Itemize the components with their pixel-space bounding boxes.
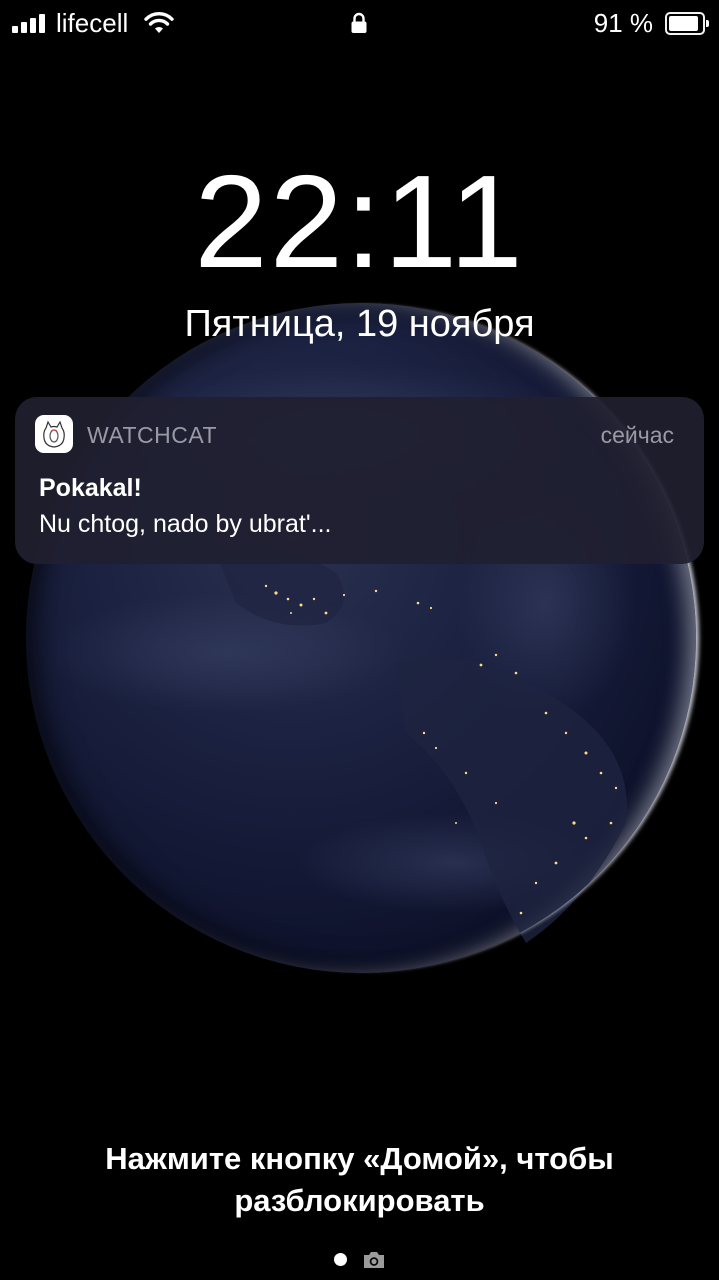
battery-percentage: 91 % (593, 8, 653, 38)
lock-screen: lifecell 91 % 22:11 Пятница, 19 ноября W… (0, 0, 719, 1280)
notification-app-name: WATCHCAT (87, 422, 218, 448)
watchcat-app-icon (35, 415, 73, 453)
carrier-name: lifecell (56, 8, 129, 38)
unlock-hint-line-1: Нажмите кнопку «Домой», чтобы (105, 1141, 614, 1176)
notification-timestamp: сейчас (600, 422, 674, 448)
lock-icon (351, 12, 367, 33)
notification-title: Pokakal! (39, 474, 142, 502)
signal-icon (12, 13, 48, 33)
notification-card[interactable]: WATCHCAT сейчас Pokakal! Nu chtog, nado … (15, 397, 704, 564)
wifi-icon (144, 12, 174, 33)
unlock-hint: Нажмите кнопку «Домой», чтобы разблокиро… (0, 1138, 719, 1222)
lock-screen-date: Пятница, 19 ноября (184, 303, 535, 345)
status-bar: lifecell 91 % (0, 0, 719, 48)
page-indicator-dot (334, 1253, 347, 1266)
notification-body: Nu chtog, nado by ubrat'... (39, 510, 332, 538)
camera-icon[interactable] (362, 1250, 386, 1270)
unlock-hint-line-2: разблокировать (234, 1183, 485, 1218)
battery-icon (665, 12, 709, 35)
lock-screen-time: 22:11 (194, 148, 525, 295)
